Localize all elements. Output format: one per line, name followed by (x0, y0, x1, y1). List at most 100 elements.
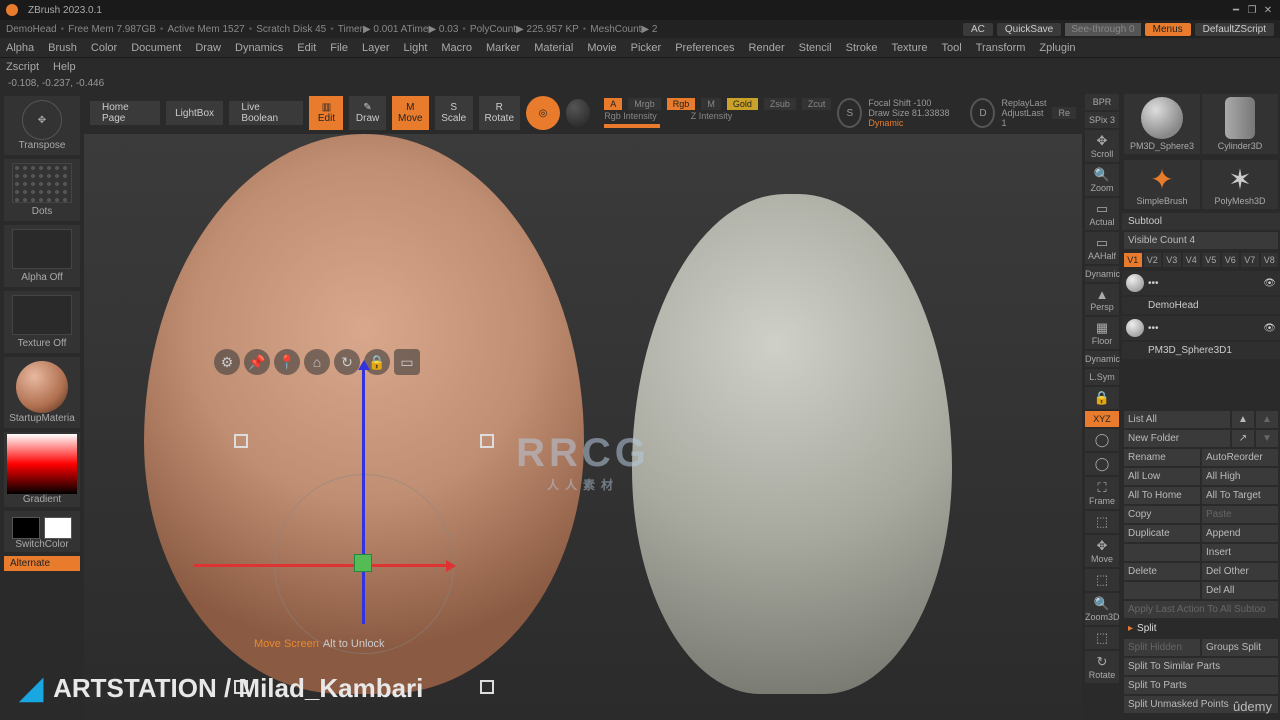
ver-v6[interactable]: V6 (1222, 253, 1240, 267)
menu-texture[interactable]: Texture (891, 42, 927, 54)
ver-v3[interactable]: V3 (1163, 253, 1181, 267)
mode-mrgb[interactable]: Mrgb (628, 98, 661, 110)
gizmo-x-axis[interactable] (194, 564, 454, 567)
home-page-button[interactable]: Home Page (90, 101, 160, 125)
ver-v2[interactable]: V2 (1144, 253, 1162, 267)
alternate-button[interactable]: Alternate (4, 556, 80, 571)
insert-button[interactable]: Insert (1202, 544, 1278, 561)
pin-icon[interactable]: 📌 (244, 349, 270, 375)
menu-preferences[interactable]: Preferences (675, 42, 734, 54)
circle1-button[interactable]: ◯ (1085, 429, 1119, 451)
menu-dynamics[interactable]: Dynamics (235, 42, 283, 54)
menu-light[interactable]: Light (404, 42, 428, 54)
rename-button[interactable]: Rename (1124, 449, 1200, 466)
mode-zsub[interactable]: Zsub (764, 98, 796, 110)
tool-sphere[interactable]: PM3D_Sphere3 (1124, 94, 1200, 154)
split-unmasked-button[interactable]: Split Unmasked Points (1124, 696, 1278, 713)
alltotarget-button[interactable]: All To Target (1202, 487, 1278, 504)
menu-stencil[interactable]: Stencil (799, 42, 832, 54)
menu-draw[interactable]: Draw (195, 42, 221, 54)
quicksave-button[interactable]: QuickSave (997, 23, 1061, 36)
reset-icon[interactable]: ↻ (334, 349, 360, 375)
dynamic-button[interactable]: Dynamic (1085, 266, 1119, 282)
blank2-button[interactable]: ⬚ (1085, 569, 1119, 591)
xyz-button[interactable]: XYZ (1085, 411, 1119, 427)
list-all-button[interactable]: List All (1124, 411, 1230, 428)
scroll-button[interactable]: ✥Scroll (1085, 130, 1119, 162)
menu-alpha[interactable]: Alpha (6, 42, 34, 54)
marker-icon[interactable]: 📍 (274, 349, 300, 375)
draw-size[interactable]: Draw Size 81.33838 (868, 108, 949, 118)
zoom3d-button[interactable]: 🔍Zoom3D (1085, 593, 1119, 625)
dynamic-toggle[interactable]: Dynamic (868, 118, 903, 128)
split-hidden-button[interactable]: Split Hidden (1124, 639, 1200, 656)
paste-button[interactable]: Paste (1202, 506, 1278, 523)
blank3-button[interactable]: ⬚ (1085, 627, 1119, 649)
menu-brush[interactable]: Brush (48, 42, 77, 54)
dynamic2-button[interactable]: Dynamic (1085, 351, 1119, 367)
sculptris-button[interactable]: ◎ (526, 96, 560, 130)
layer-row-2[interactable]: •••👁 (1122, 316, 1280, 340)
mode-zcut[interactable]: Zcut (802, 98, 832, 110)
delall-button[interactable]: Del All (1202, 582, 1278, 599)
persp-button[interactable]: ▲Persp (1085, 284, 1119, 315)
tool-cylinder[interactable]: Cylinder3D (1202, 94, 1278, 154)
ver-v4[interactable]: V4 (1183, 253, 1201, 267)
zoom-button[interactable]: 🔍Zoom (1085, 164, 1119, 196)
circle2-button[interactable]: ◯ (1085, 453, 1119, 475)
material-picker[interactable]: StartupMateria (4, 357, 80, 428)
menu-picker[interactable]: Picker (631, 42, 662, 54)
rotate3d-button[interactable]: ↻Rotate (1085, 651, 1119, 683)
append-button[interactable]: Append (1202, 525, 1278, 542)
s-dial[interactable]: S (837, 98, 862, 128)
mode-a[interactable]: A (604, 98, 622, 110)
lock-button[interactable]: 🔒 (1085, 387, 1119, 409)
seethrough-slider[interactable]: See-through 0 (1065, 23, 1140, 36)
swatch-black[interactable] (12, 517, 40, 539)
restore-icon[interactable]: ❐ (1246, 4, 1258, 16)
bpr-button[interactable]: BPR (1085, 94, 1119, 110)
duplicate-button[interactable]: Duplicate (1124, 525, 1200, 542)
subtool-header[interactable]: Subtool (1122, 213, 1280, 230)
menu-material[interactable]: Material (534, 42, 573, 54)
scale-button[interactable]: SScale (435, 96, 473, 130)
alltohome-button[interactable]: All To Home (1124, 487, 1200, 504)
lsym-button[interactable]: L.Sym (1085, 369, 1119, 385)
menu-color[interactable]: Color (91, 42, 117, 54)
adjust-last[interactable]: AdjustLast 1 (1001, 108, 1046, 128)
floor-button[interactable]: ▦Floor (1085, 317, 1119, 349)
transform-gizmo[interactable] (274, 474, 454, 654)
move3d-button[interactable]: ✥Move (1085, 535, 1119, 567)
groups-split-button[interactable]: Groups Split (1202, 639, 1278, 656)
copy-button[interactable]: Copy (1124, 506, 1200, 523)
menu-movie[interactable]: Movie (587, 42, 616, 54)
min-icon[interactable]: ━ (1230, 4, 1242, 16)
edit-button[interactable]: ▥Edit (309, 96, 343, 130)
frame-button[interactable]: ⛶Frame (1085, 477, 1119, 509)
layer-row-1[interactable]: •••👁 (1122, 271, 1280, 295)
up-arrow-dim-icon[interactable]: ▲ (1256, 411, 1278, 428)
texture-off[interactable]: Texture Off (4, 291, 80, 353)
move-button[interactable]: MMove (392, 96, 429, 130)
menu-file[interactable]: File (330, 42, 348, 54)
close-icon[interactable]: ✕ (1262, 4, 1274, 16)
stroke-dots[interactable]: Dots (4, 159, 80, 221)
delete-button[interactable]: Delete (1124, 563, 1200, 580)
viewport[interactable]: ⚙ 📌 📍 ⌂ ↻ 🔒 ▭ (84, 134, 1082, 720)
gizmo-center[interactable] (354, 554, 372, 572)
mode-m[interactable]: M (701, 98, 721, 110)
menu-macro[interactable]: Macro (441, 42, 472, 54)
focal-shift[interactable]: Focal Shift -100 (868, 98, 964, 108)
spix-button[interactable]: SPix 3 (1085, 112, 1119, 128)
alllow-button[interactable]: All Low (1124, 468, 1200, 485)
apply-last-button[interactable]: Apply Last Action To All Subtoo (1124, 601, 1278, 618)
autoreorder-button[interactable]: AutoReorder (1202, 449, 1278, 466)
gizmo-y-axis[interactable] (362, 364, 365, 624)
ver-v8[interactable]: V8 (1261, 253, 1279, 267)
tool-polymesh3d[interactable]: ✶PolyMesh3D (1202, 160, 1278, 209)
gear-icon[interactable]: ⚙ (214, 349, 240, 375)
aahalf-button[interactable]: ▭AAHalf (1085, 232, 1119, 264)
mode-rgb[interactable]: Rgb (667, 98, 696, 110)
ver-v5[interactable]: V5 (1202, 253, 1220, 267)
d-dial[interactable]: D (970, 98, 995, 128)
